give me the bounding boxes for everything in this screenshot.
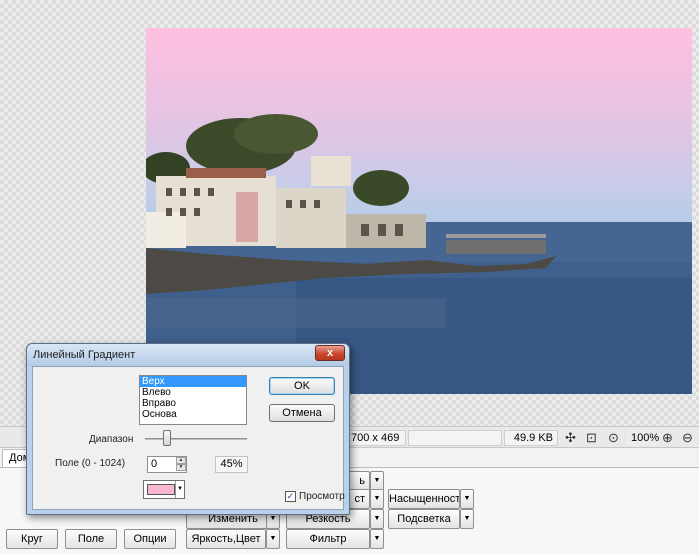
contrast-dropdown-arrow[interactable]: ▼	[370, 489, 384, 509]
adjust-dropdown-arrow[interactable]: ▼	[370, 471, 384, 491]
dialog-titlebar[interactable]: Линейный Градиент x	[27, 344, 349, 366]
percent-value: 45%	[215, 456, 248, 473]
highlight-dropdown-arrow[interactable]: ▼	[460, 509, 474, 529]
circle-button[interactable]: Круг	[6, 529, 58, 549]
ok-button[interactable]: OK	[269, 377, 335, 395]
saturation-button[interactable]: Насыщенность	[388, 489, 460, 509]
direction-item-top[interactable]: Верх	[140, 376, 246, 387]
sharpness-dropdown-arrow[interactable]: ▼	[370, 509, 384, 529]
range-label: Диапазон	[89, 434, 134, 445]
gradient-color-picker[interactable]: ▼	[143, 480, 185, 499]
pier	[446, 240, 546, 254]
photo-scene	[146, 114, 692, 394]
direction-item-left[interactable]: Влево	[140, 387, 246, 398]
direction-item-right[interactable]: Вправо	[140, 398, 246, 409]
image-dimensions: 700 x 469	[346, 430, 406, 446]
field-spinner[interactable]: ▲ ▼	[176, 457, 186, 472]
direction-listbox[interactable]: Верх Влево Вправо Основа	[139, 375, 247, 425]
brightness-color-button[interactable]: Яркость,Цвет	[186, 529, 266, 549]
image-canvas[interactable]	[146, 28, 692, 394]
file-size: 49.9 KB	[504, 430, 558, 446]
range-slider-thumb[interactable]	[163, 430, 172, 446]
close-button[interactable]: x	[315, 345, 345, 361]
preview-label: Просмотр	[299, 491, 345, 502]
color-swatch	[147, 484, 175, 495]
zoom-out-icon[interactable]: ⊖	[679, 429, 696, 446]
dialog-body: Верх Влево Вправо Основа OK Отмена Диапа…	[32, 366, 345, 510]
direction-item-base[interactable]: Основа	[140, 409, 246, 420]
highlight-button[interactable]: Подсветка	[388, 509, 460, 529]
linear-gradient-dialog: Линейный Градиент x Верх Влево Вправо Ос…	[26, 343, 350, 515]
options-button[interactable]: Опции	[124, 529, 176, 549]
spin-down-icon[interactable]: ▼	[176, 464, 186, 471]
status-empty-field	[408, 430, 502, 446]
fit-window-icon[interactable]: ✣	[562, 429, 579, 446]
dialog-title: Линейный Градиент	[33, 349, 136, 361]
actual-size-icon[interactable]: ⊡	[583, 429, 600, 446]
chevron-down-icon[interactable]: ▼	[175, 481, 184, 498]
field-button[interactable]: Поле	[65, 529, 117, 549]
brightness-dropdown-arrow[interactable]: ▼	[266, 529, 280, 549]
spin-up-icon[interactable]: ▲	[176, 457, 186, 464]
saturation-dropdown-arrow[interactable]: ▼	[460, 489, 474, 509]
field-label: Поле (0 - 1024)	[55, 458, 126, 469]
range-slider-track[interactable]	[145, 438, 247, 440]
zoom-fit-icon[interactable]: ⊙	[605, 429, 622, 446]
filter-button[interactable]: Фильтр	[286, 529, 370, 549]
filter-dropdown-arrow[interactable]: ▼	[370, 529, 384, 549]
preview-checkbox[interactable]: ✓	[285, 491, 296, 502]
zoom-in-icon[interactable]: ⊕	[659, 429, 676, 446]
zoom-level: 100%	[626, 430, 660, 446]
cancel-button[interactable]: Отмена	[269, 404, 335, 422]
